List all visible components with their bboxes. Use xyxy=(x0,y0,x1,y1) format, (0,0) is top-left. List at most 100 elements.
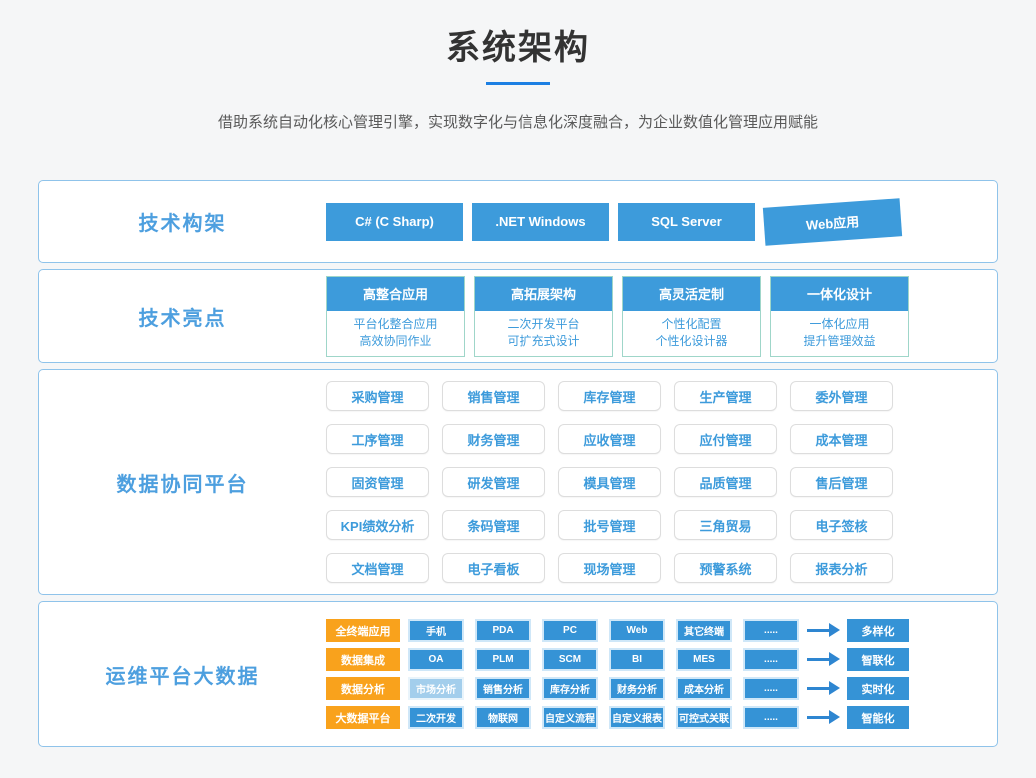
chip-button[interactable]: OA xyxy=(408,648,464,671)
chip-button[interactable]: PDA xyxy=(475,619,531,642)
highlight-card-title: 高灵活定制 xyxy=(623,277,760,311)
chip-button[interactable]: PLM xyxy=(475,648,531,671)
result-button[interactable]: 多样化 xyxy=(847,619,909,642)
module-button[interactable]: 文档管理 xyxy=(326,553,429,583)
chip-button[interactable]: 二次开发 xyxy=(408,706,464,729)
chip-button[interactable]: PC xyxy=(542,619,598,642)
module-button[interactable]: 应收管理 xyxy=(558,424,661,454)
module-button[interactable]: 报表分析 xyxy=(790,553,893,583)
tech-stack-buttons: C# (C Sharp) .NET Windows SQL Server Web… xyxy=(326,203,901,241)
page-title: 系统架构 xyxy=(0,20,1036,69)
highlight-card-unified-design: 一体化设计 一体化应用 提升管理效益 xyxy=(770,276,909,357)
highlight-card-extensibility: 高拓展架构 二次开发平台 可扩充式设计 xyxy=(474,276,613,357)
highlight-card-line: 一体化应用 xyxy=(771,316,908,333)
chip-button[interactable]: 自定义流程 xyxy=(542,706,598,729)
highlight-card-title: 一体化设计 xyxy=(771,277,908,311)
module-button[interactable]: 财务管理 xyxy=(442,424,545,454)
module-button[interactable]: 采购管理 xyxy=(326,381,429,411)
chip-button[interactable]: BI xyxy=(609,648,665,671)
chip-button[interactable]: 自定义报表 xyxy=(609,706,665,729)
chip-button[interactable]: MES xyxy=(676,648,732,671)
module-button[interactable]: 售后管理 xyxy=(790,467,893,497)
module-button[interactable]: 研发管理 xyxy=(442,467,545,497)
module-button[interactable]: 模具管理 xyxy=(558,467,661,497)
tech-button-web-app[interactable]: Web应用 xyxy=(763,198,902,245)
category-button[interactable]: 数据分析 xyxy=(326,677,400,700)
category-button[interactable]: 大数据平台 xyxy=(326,706,400,729)
module-button[interactable]: 条码管理 xyxy=(442,510,545,540)
bigdata-row-analysis: 数据分析 市场分析 销售分析 库存分析 财务分析 成本分析 ..... 实时化 xyxy=(326,677,909,700)
result-button[interactable]: 实时化 xyxy=(847,677,909,700)
module-button[interactable]: 委外管理 xyxy=(790,381,893,411)
title-underline xyxy=(486,82,550,85)
bigdata-row-platform: 大数据平台 二次开发 物联网 自定义流程 自定义报表 可控式关联 ..... 智… xyxy=(326,706,909,729)
module-button[interactable]: 生产管理 xyxy=(674,381,777,411)
module-button[interactable]: 现场管理 xyxy=(558,553,661,583)
chip-button[interactable]: 销售分析 xyxy=(475,677,531,700)
chip-group: 二次开发 物联网 自定义流程 自定义报表 可控式关联 ..... xyxy=(408,706,799,729)
chip-button[interactable]: ..... xyxy=(743,677,799,700)
section-label-data-platform: 数据协同平台 xyxy=(39,468,326,497)
arrow-right-icon xyxy=(807,648,841,671)
chip-button[interactable]: 财务分析 xyxy=(609,677,665,700)
module-button[interactable]: 批号管理 xyxy=(558,510,661,540)
arrow-right-icon xyxy=(807,619,841,642)
highlight-card-line: 平台化整合应用 xyxy=(327,316,464,333)
bigdata-rows: 全终端应用 手机 PDA PC Web 其它终端 ..... 多样化 数据集成 … xyxy=(326,619,909,729)
section-label-highlights: 技术亮点 xyxy=(39,302,326,331)
page: 系统架构 借助系统自动化核心管理引擎，实现数字化与信息化深度融合，为企业数值化管… xyxy=(0,0,1036,747)
highlight-card-title: 高拓展架构 xyxy=(475,277,612,311)
module-button[interactable]: 应付管理 xyxy=(674,424,777,454)
module-button[interactable]: 固资管理 xyxy=(326,467,429,497)
chip-button[interactable]: ..... xyxy=(743,648,799,671)
section-data-platform: 数据协同平台 采购管理 销售管理 库存管理 生产管理 委外管理 工序管理 财务管… xyxy=(38,369,998,595)
highlight-card-line: 个性化设计器 xyxy=(623,333,760,350)
category-button[interactable]: 全终端应用 xyxy=(326,619,400,642)
section-label-bigdata: 运维平台大数据 xyxy=(39,660,326,689)
result-button[interactable]: 智联化 xyxy=(847,648,909,671)
highlight-card-title: 高整合应用 xyxy=(327,277,464,311)
chip-button[interactable]: 物联网 xyxy=(475,706,531,729)
module-button[interactable]: 库存管理 xyxy=(558,381,661,411)
module-button[interactable]: 三角贸易 xyxy=(674,510,777,540)
page-subtitle: 借助系统自动化核心管理引擎，实现数字化与信息化深度融合，为企业数值化管理应用赋能 xyxy=(0,111,1036,132)
chip-button[interactable]: ..... xyxy=(743,619,799,642)
tech-button-dotnet-windows[interactable]: .NET Windows xyxy=(472,203,609,241)
tech-button-sql-server[interactable]: SQL Server xyxy=(618,203,755,241)
module-button[interactable]: 预警系统 xyxy=(674,553,777,583)
chip-button[interactable]: 其它终端 xyxy=(676,619,732,642)
section-label-tech-stack: 技术构架 xyxy=(39,207,326,236)
category-button[interactable]: 数据集成 xyxy=(326,648,400,671)
chip-group: 市场分析 销售分析 库存分析 财务分析 成本分析 ..... xyxy=(408,677,799,700)
chip-button[interactable]: 市场分析 xyxy=(408,677,464,700)
chip-button[interactable]: 库存分析 xyxy=(542,677,598,700)
highlight-card-customization: 高灵活定制 个性化配置 个性化设计器 xyxy=(622,276,761,357)
highlight-card-line: 二次开发平台 xyxy=(475,316,612,333)
chip-button[interactable]: Web xyxy=(609,619,665,642)
module-button[interactable]: 品质管理 xyxy=(674,467,777,497)
module-button[interactable]: 成本管理 xyxy=(790,424,893,454)
highlight-card-line: 个性化配置 xyxy=(623,316,760,333)
chip-button[interactable]: ..... xyxy=(743,706,799,729)
section-tech-stack: 技术构架 C# (C Sharp) .NET Windows SQL Serve… xyxy=(38,180,998,263)
module-button[interactable]: 电子签核 xyxy=(790,510,893,540)
chip-button[interactable]: 成本分析 xyxy=(676,677,732,700)
chip-button[interactable]: SCM xyxy=(542,648,598,671)
highlight-cards: 高整合应用 平台化整合应用 高效协同作业 高拓展架构 二次开发平台 可扩充式设计… xyxy=(326,276,909,357)
tech-button-csharp[interactable]: C# (C Sharp) xyxy=(326,203,463,241)
chip-button[interactable]: 手机 xyxy=(408,619,464,642)
chip-group: OA PLM SCM BI MES ..... xyxy=(408,648,799,671)
module-button[interactable]: 销售管理 xyxy=(442,381,545,411)
module-button[interactable]: KPI绩效分析 xyxy=(326,510,429,540)
highlight-card-body: 平台化整合应用 高效协同作业 xyxy=(327,311,464,356)
chip-button[interactable]: 可控式关联 xyxy=(676,706,732,729)
module-button[interactable]: 电子看板 xyxy=(442,553,545,583)
bigdata-row-terminals: 全终端应用 手机 PDA PC Web 其它终端 ..... 多样化 xyxy=(326,619,909,642)
bigdata-row-integration: 数据集成 OA PLM SCM BI MES ..... 智联化 xyxy=(326,648,909,671)
highlight-card-line: 提升管理效益 xyxy=(771,333,908,350)
chip-group: 手机 PDA PC Web 其它终端 ..... xyxy=(408,619,799,642)
result-button[interactable]: 智能化 xyxy=(847,706,909,729)
section-highlights: 技术亮点 高整合应用 平台化整合应用 高效协同作业 高拓展架构 二次开发平台 可… xyxy=(38,269,998,363)
module-button[interactable]: 工序管理 xyxy=(326,424,429,454)
highlight-card-body: 二次开发平台 可扩充式设计 xyxy=(475,311,612,356)
